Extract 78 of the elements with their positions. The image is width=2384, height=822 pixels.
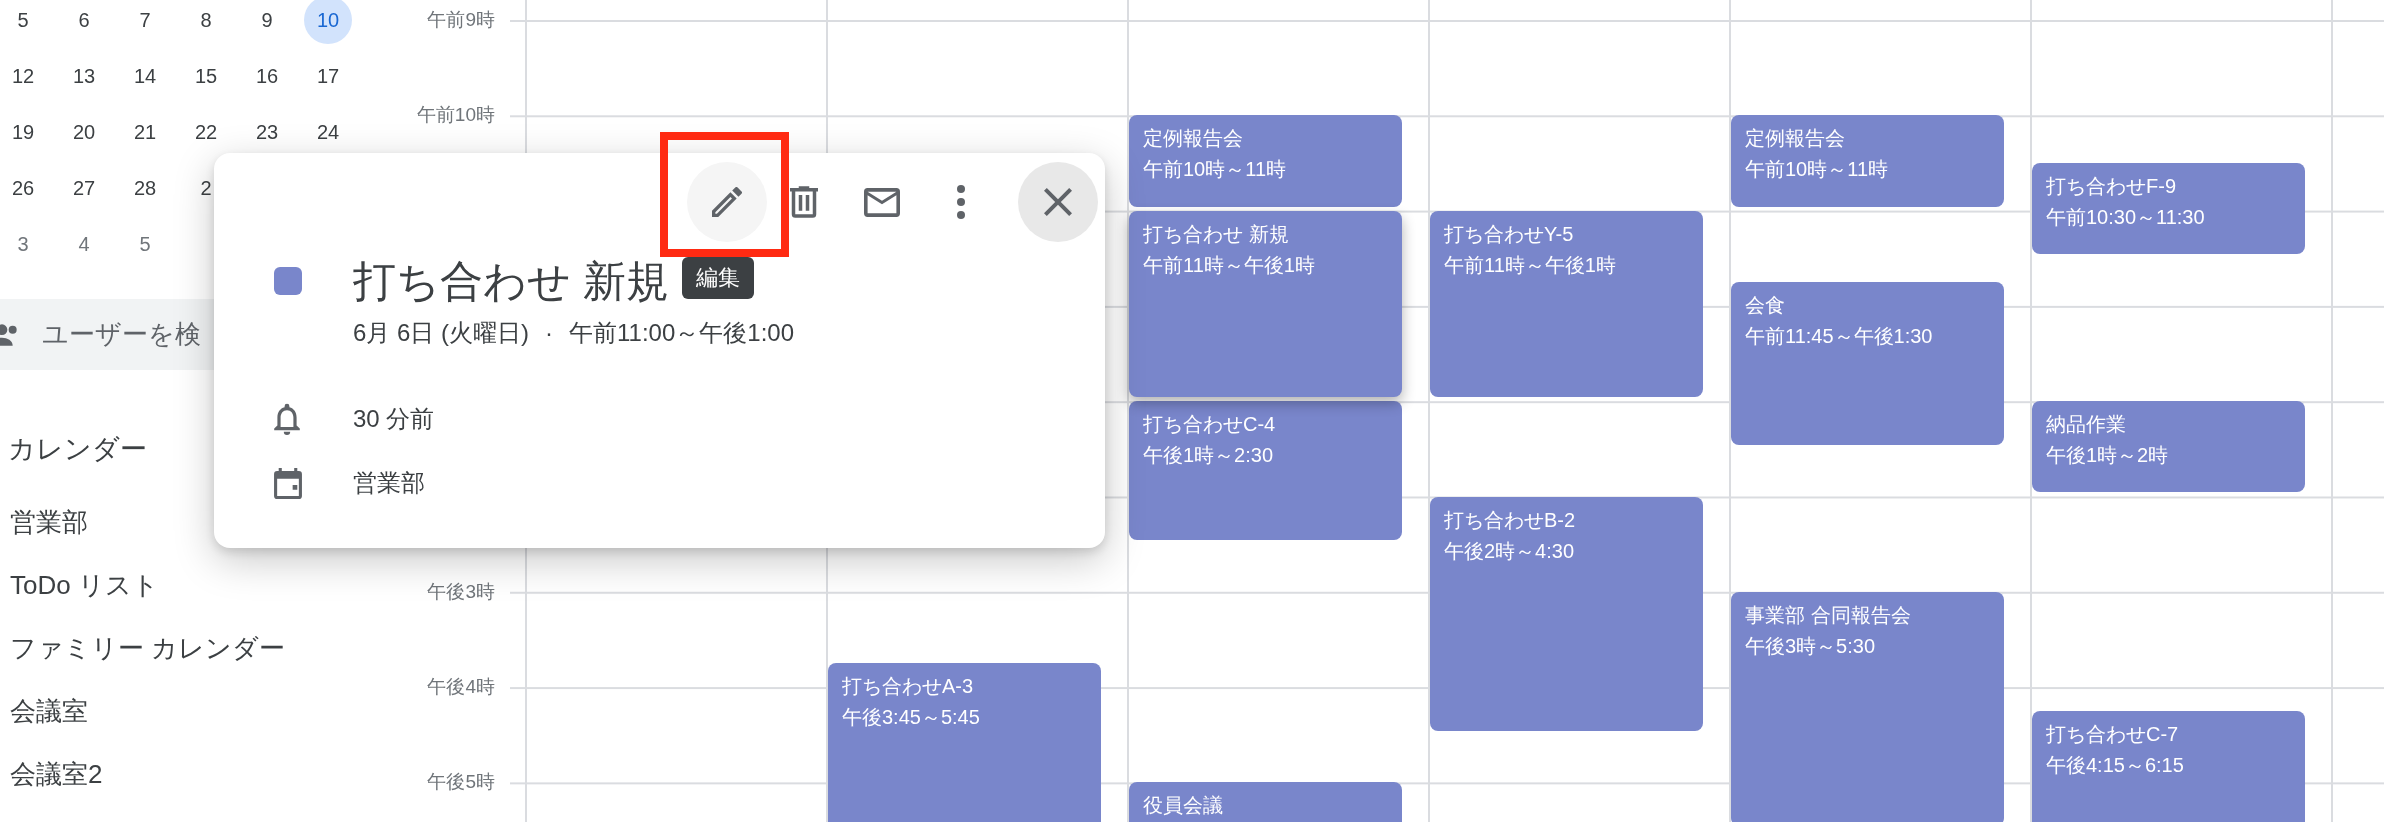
event-time: 午前10時～11時 xyxy=(1745,157,1888,183)
time-label: 午後3時 xyxy=(427,579,495,604)
event-time: 午後4:15～6:15 xyxy=(2046,752,2184,778)
calendar-day[interactable]: 22 xyxy=(182,108,230,156)
calendar-day[interactable]: 9 xyxy=(243,0,291,44)
event-time: 午前11時～午後1時 xyxy=(1444,252,1616,278)
time-label: 午後5時 xyxy=(427,770,495,795)
event-time: 午後1時～2:30 xyxy=(1143,443,1274,469)
event-time: 午前11時～午後1時 xyxy=(1143,252,1315,278)
calendar-day[interactable]: 10 xyxy=(304,0,352,44)
calendar-day[interactable]: 23 xyxy=(243,108,291,156)
event-title: 打ち合わせ 新規 xyxy=(1143,221,1289,247)
calendar-day[interactable]: 20 xyxy=(60,108,108,156)
calendar-day[interactable]: 6 xyxy=(60,0,108,44)
event-date: 6月 6日 (火曜日) xyxy=(353,318,529,348)
event-time: 午後3:45～5:45 xyxy=(842,705,980,731)
calendar-day[interactable]: 14 xyxy=(121,52,169,100)
event-title: 打ち合わせF-9 xyxy=(2046,173,2176,199)
event-time: 午前11:45～午後1:30 xyxy=(1745,324,1933,350)
calendar-list-item[interactable]: ファミリー カレンダー xyxy=(10,632,286,664)
event-time: 午後3時～5:30 xyxy=(1745,633,1876,659)
calendar-day[interactable]: 5 xyxy=(0,0,47,44)
calendar-day[interactable]: 8 xyxy=(182,0,230,44)
calendar-day[interactable]: 17 xyxy=(304,52,352,100)
event-title: 定例報告会 xyxy=(1745,126,1845,152)
event-time: 午後1時～2時 xyxy=(2046,443,2169,469)
event-title: 役員会議 xyxy=(1143,793,1223,819)
calendar-day[interactable]: 13 xyxy=(60,52,108,100)
event-title: 打ち合わせA-3 xyxy=(842,674,974,700)
calendar-list-item[interactable]: 会議室 xyxy=(10,695,88,727)
event-title: 打ち合わせY-5 xyxy=(1444,221,1574,247)
event-title: 納品作業 xyxy=(2046,412,2126,438)
calendar-day[interactable]: 16 xyxy=(243,52,291,100)
calendar-day[interactable]: 5 xyxy=(121,220,169,268)
calendar-day[interactable]: 26 xyxy=(0,164,47,212)
event-time: 午前10:30～11:30 xyxy=(2046,204,2205,230)
email-button[interactable] xyxy=(864,187,900,217)
close-icon xyxy=(1044,188,1072,216)
more-button[interactable] xyxy=(957,185,965,219)
people-search-field[interactable]: ユーザーを検 xyxy=(42,319,222,350)
tooltip: 編集 xyxy=(682,257,754,299)
calendar-day[interactable]: 24 xyxy=(304,108,352,156)
bell-icon xyxy=(274,403,300,435)
envelope-icon xyxy=(864,187,900,217)
pencil-icon xyxy=(712,187,742,217)
calendar-day[interactable]: 4 xyxy=(60,220,108,268)
calendar-day[interactable]: 15 xyxy=(182,52,230,100)
separator: · xyxy=(545,318,553,348)
calendar-list-item[interactable]: ToDo リスト xyxy=(10,569,159,601)
event-title: 事業部 合同報告会 xyxy=(1745,602,1911,628)
delete-button[interactable] xyxy=(790,186,818,218)
time-label: 午前9時 xyxy=(427,8,495,32)
calendar-list-item[interactable]: 営業部 xyxy=(10,506,88,538)
time-label: 午後4時 xyxy=(427,675,495,700)
event-title: 打ち合わせC-4 xyxy=(1143,412,1276,438)
calendar-day[interactable]: 28 xyxy=(121,164,169,212)
reminder-text: 30 分前 xyxy=(353,404,435,434)
event-title: 打ち合わせ 新規 xyxy=(353,256,669,307)
event-time: 午前10時～11時 xyxy=(1143,157,1286,183)
event-time: 午前11:00～午後1:00 xyxy=(569,318,794,348)
calendar-day[interactable]: 7 xyxy=(121,0,169,44)
calendar-day[interactable]: 12 xyxy=(0,52,47,100)
section-heading[interactable]: カレンダー xyxy=(8,434,147,464)
calendar-day[interactable]: 21 xyxy=(121,108,169,156)
calendar-day[interactable]: 27 xyxy=(60,164,108,212)
calendar-day[interactable]: 19 xyxy=(0,108,47,156)
calendar-name: 営業部 xyxy=(353,468,425,498)
more-icon xyxy=(957,185,965,219)
event-title: 打ち合わせC-7 xyxy=(2046,721,2179,747)
calendar-day[interactable]: 3 xyxy=(0,220,47,268)
time-label: 午前10時 xyxy=(416,103,495,128)
calendar-icon xyxy=(274,467,302,499)
event-title: 打ち合わせB-2 xyxy=(1444,507,1576,533)
calendar-list-item[interactable]: 会議室2 xyxy=(10,758,103,790)
event-time: 午後2時～4:30 xyxy=(1444,538,1575,564)
event-title: 会食 xyxy=(1745,293,1785,319)
event-title: 定例報告会 xyxy=(1143,126,1243,152)
trash-icon xyxy=(790,186,818,218)
